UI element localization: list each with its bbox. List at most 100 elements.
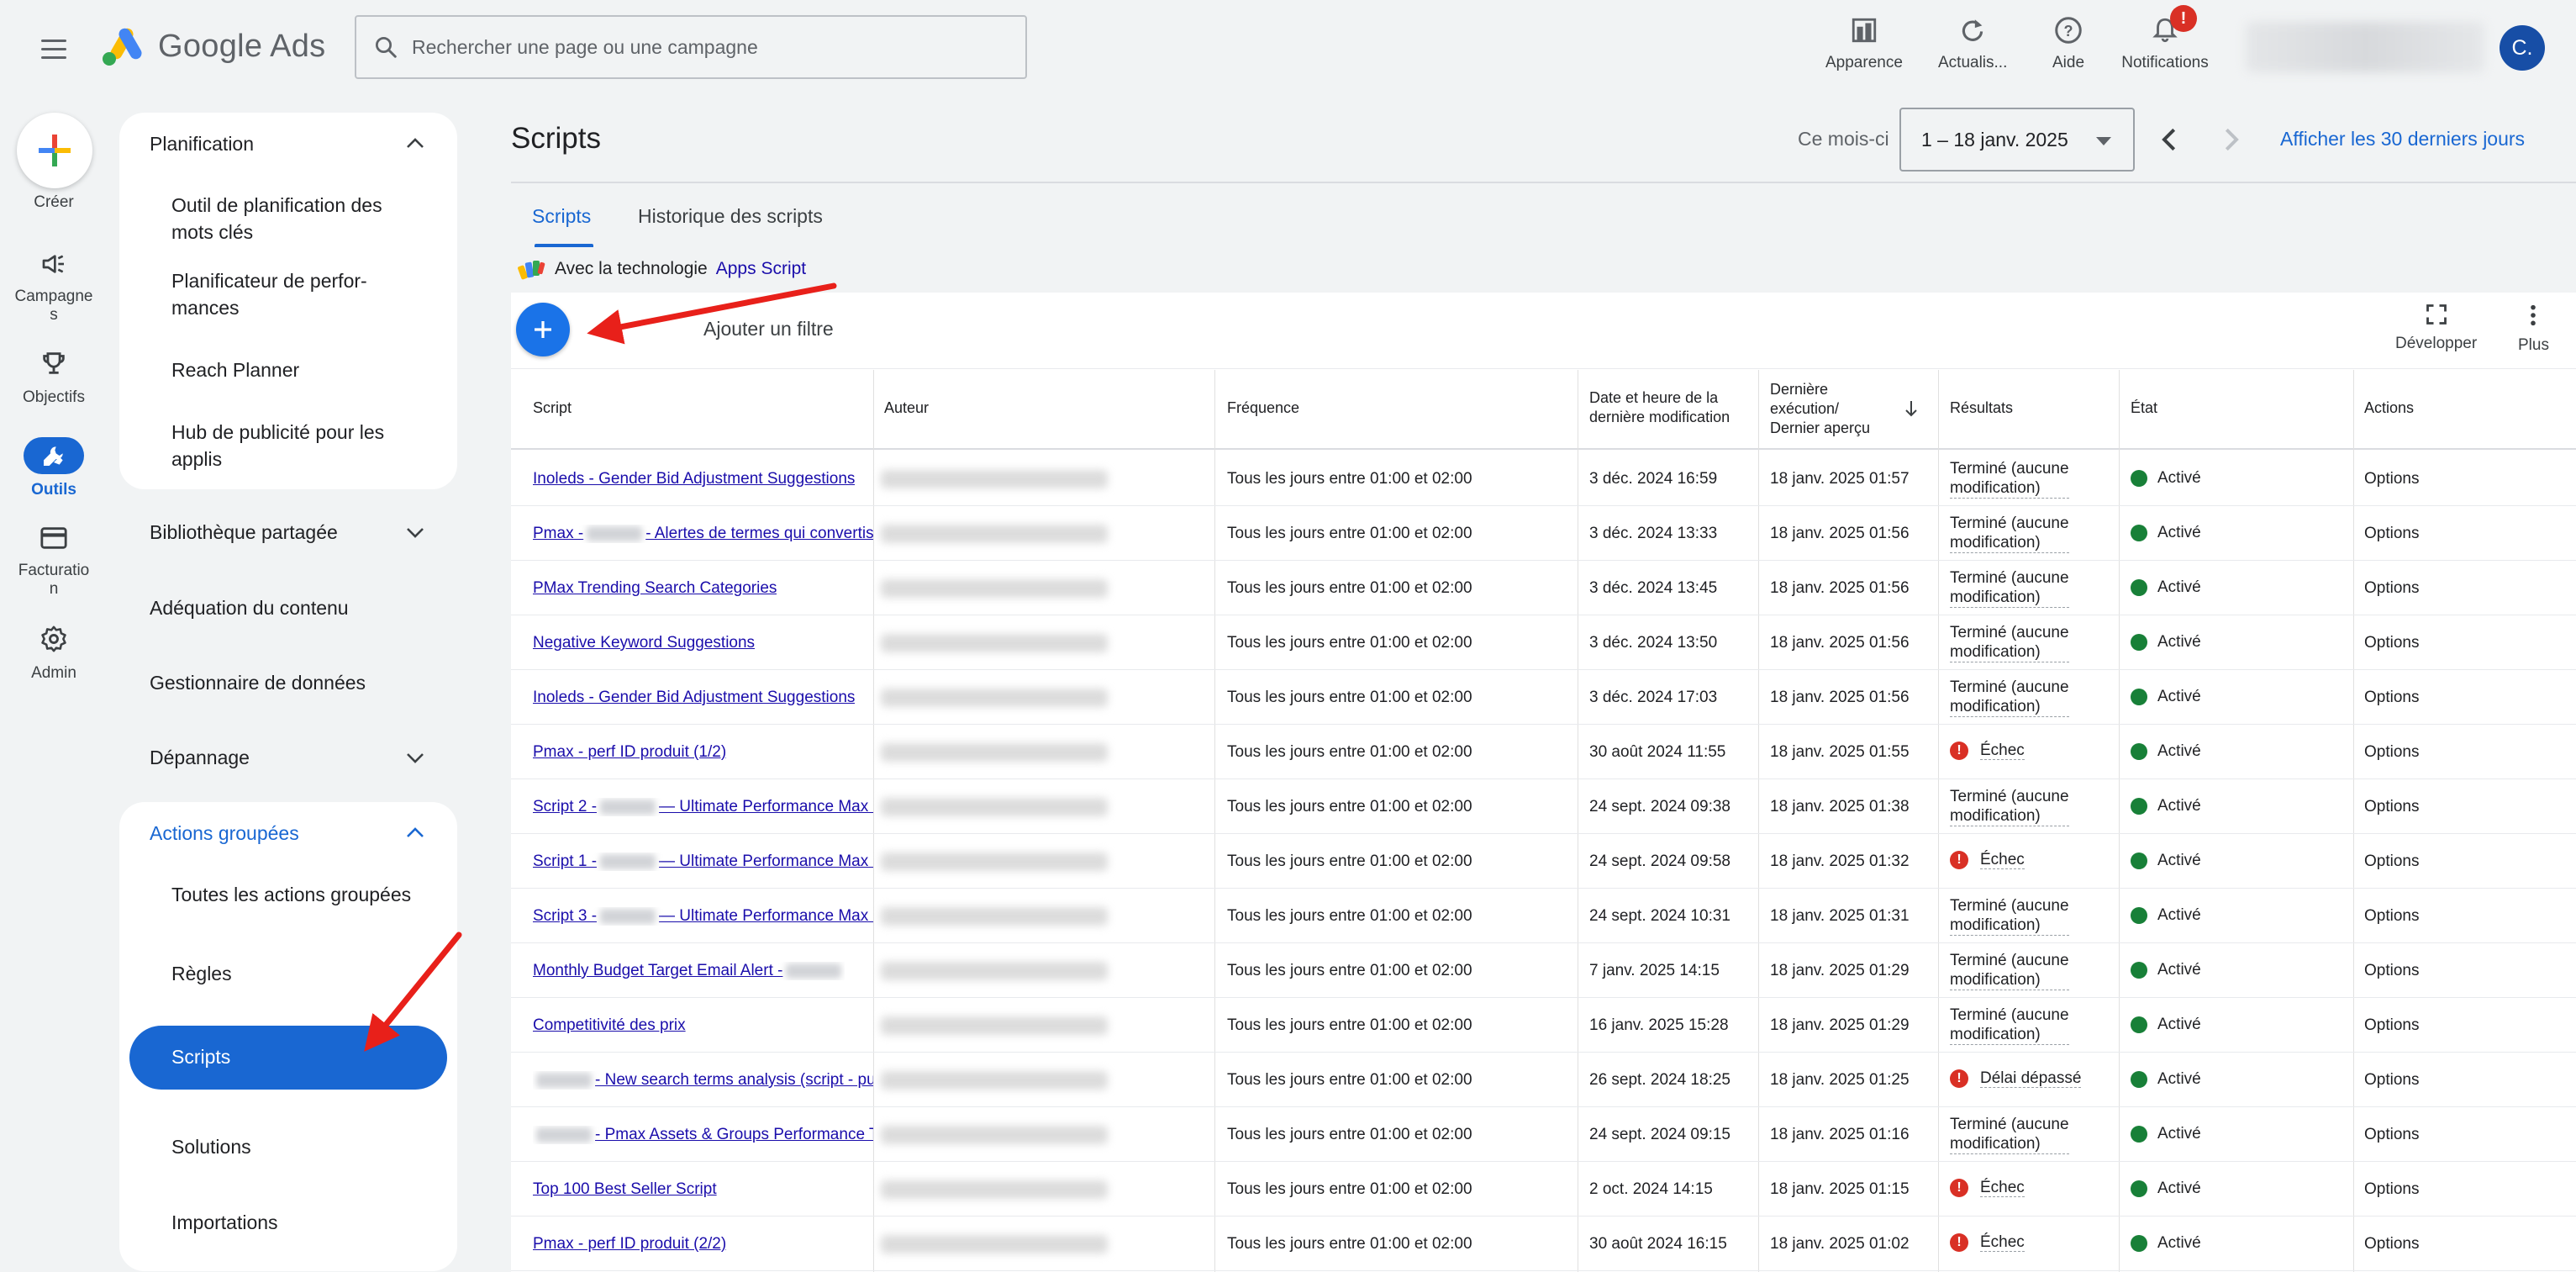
result-cell[interactable]: Terminé (aucune modification) [1950,1005,2069,1045]
result-cell[interactable]: Terminé (aucune modification) [1950,787,2069,826]
script-name-link[interactable]: PMax Trending Search Categories [533,579,777,598]
next-period-button[interactable] [2215,123,2249,156]
refresh-button[interactable]: Actualis... [1938,12,2007,72]
result-cell[interactable]: Terminé (aucune modification) [1950,623,2069,662]
frequency-cell: Tous les jours entre 01:00 et 02:00 [1227,1180,1472,1198]
previous-period-button[interactable] [2152,123,2185,156]
result-cell[interactable]: Terminé (aucune modification) [1950,951,2069,990]
options-button[interactable]: Options [2364,1235,2419,1254]
result-cell[interactable]: Terminé (aucune modification) [1950,678,2069,717]
sidebar-item-performance-planner[interactable]: Planificateur de perfor­mances [171,267,424,321]
admin-nav[interactable] [24,620,84,657]
options-button[interactable]: Options [2364,907,2419,926]
tab-scripts-history[interactable]: Historique des scripts [638,205,823,228]
script-name-link[interactable]: Script 2 - — Ultimate Performance Max I [533,798,873,816]
main-menu-button[interactable] [30,27,77,71]
notifications-button[interactable]: ! Notifications [2115,5,2215,72]
appearance-button[interactable]: Apparence [1825,12,1903,72]
last-30-days-link[interactable]: Afficher les 30 derniers jours [2280,128,2525,150]
sidebar-item-all-bulk-actions[interactable]: Toutes les actions grou­pées [171,881,424,908]
options-button[interactable]: Options [2364,525,2419,543]
options-button[interactable]: Options [2364,579,2419,598]
script-name-link[interactable]: Top 100 Best Seller Script [533,1180,717,1199]
planning-header[interactable]: Planification [150,133,254,156]
result-cell[interactable]: Terminé (aucune modification) [1950,1115,2069,1154]
script-name-link[interactable]: Competitivité des prix [533,1016,686,1035]
search-input[interactable] [412,35,983,59]
chevron-down-icon[interactable] [400,743,430,773]
col-header-last-run[interactable]: Dernière exécution/Dernier aperçu [1770,380,1870,438]
chevron-up-icon[interactable] [400,817,430,847]
sort-descending-icon[interactable] [1903,398,1920,419]
result-cell[interactable]: Terminé (aucune modification) [1950,568,2069,608]
account-info-redacted[interactable] [2246,22,2484,72]
help-button[interactable]: ? Aide [2052,12,2084,72]
options-button[interactable]: Options [2364,1071,2419,1090]
script-name-link[interactable]: Pmax - - Alertes de termes qui convertis [533,525,873,543]
more-button[interactable]: Plus [2518,303,2549,355]
bulk-actions-header[interactable]: Actions groupées [150,822,299,845]
options-button[interactable]: Options [2364,852,2419,871]
options-button[interactable]: Options [2364,689,2419,707]
script-name-link[interactable]: - New search terms analysis (script - pu… [533,1071,873,1090]
google-ads-logo[interactable]: Google Ads [99,25,325,67]
result-cell[interactable]: ! Délai dépassé [1950,1069,2082,1088]
options-button[interactable]: Options [2364,743,2419,762]
sidebar-item-keyword-planner[interactable]: Outil de planification des mots clés [171,192,424,245]
shared-library-nav[interactable]: Bibliothèque partagée [150,521,338,544]
options-button[interactable]: Options [2364,798,2419,816]
add-script-button[interactable] [516,303,570,356]
sidebar-item-app-hub[interactable]: Hub de publicité pour les applis [171,419,424,472]
data-manager-nav[interactable]: Gestionnaire de données [150,672,366,694]
script-name-link[interactable]: Inoleds - Gender Bid Adjustment Suggesti… [533,689,855,707]
campaigns-nav[interactable] [24,245,84,282]
col-header-last-modified[interactable]: Date et heure de la dernière modification [1589,388,1730,427]
tab-scripts[interactable]: Scripts [532,205,591,228]
apps-script-link[interactable]: Apps Script [716,259,806,279]
date-range-select[interactable]: 1 – 18 janv. 2025 [1899,108,2135,172]
sidebar-item-uploads[interactable]: Importations [171,1209,424,1236]
script-name-link[interactable]: Negative Keyword Suggestions [533,634,755,652]
col-header-frequency[interactable]: Fréquence [1227,398,1299,418]
billing-nav[interactable] [24,520,84,557]
options-button[interactable]: Options [2364,1016,2419,1035]
script-name-link[interactable]: Monthly Budget Target Email Alert - [533,962,845,980]
result-cell[interactable]: ! Échec [1950,1179,2025,1197]
result-cell[interactable]: Terminé (aucune modification) [1950,514,2069,553]
result-cell[interactable]: ! Échec [1950,1233,2025,1252]
content-suitability-nav[interactable]: Adéquation du contenu [150,597,349,620]
search-box[interactable] [355,15,1027,79]
create-button[interactable] [17,113,92,188]
sidebar-item-scripts[interactable]: Scripts [129,1026,447,1090]
troubleshooting-nav[interactable]: Dépannage [150,747,250,769]
script-name-link[interactable]: Script 3 - — Ultimate Performance Max I [533,907,873,926]
result-cell[interactable]: ! Échec [1950,742,2025,760]
sidebar-item-solutions[interactable]: Solutions [171,1133,424,1160]
sidebar-item-reach-planner[interactable]: Reach Planner [171,356,424,383]
result-cell[interactable]: Terminé (aucune modification) [1950,459,2069,499]
tools-nav[interactable] [24,437,84,474]
script-name-link[interactable]: Inoleds - Gender Bid Adjustment Suggesti… [533,470,855,488]
result-cell[interactable]: Terminé (aucune modification) [1950,896,2069,936]
col-header-script[interactable]: Script [533,398,572,418]
options-button[interactable]: Options [2364,634,2419,652]
script-name-link[interactable]: Pmax - perf ID produit (2/2) [533,1235,726,1254]
chevron-down-icon[interactable] [400,518,430,548]
options-button[interactable]: Options [2364,470,2419,488]
script-name-link[interactable]: Script 1 - — Ultimate Performance Max I [533,852,873,871]
col-header-results[interactable]: Résultats [1950,398,2013,418]
script-name-link[interactable]: - Pmax Assets & Groups Performance T [533,1126,873,1144]
goals-nav[interactable] [24,345,84,382]
chevron-up-icon[interactable] [400,128,430,158]
sidebar-item-rules[interactable]: Règles [171,960,424,987]
col-header-author[interactable]: Auteur [884,398,929,418]
script-name-link[interactable]: Pmax - perf ID produit (1/2) [533,743,726,762]
options-button[interactable]: Options [2364,962,2419,980]
avatar[interactable]: C. [2500,25,2545,71]
result-cell[interactable]: ! Échec [1950,851,2025,869]
expand-button[interactable]: Développer [2395,303,2477,353]
options-button[interactable]: Options [2364,1180,2419,1199]
options-button[interactable]: Options [2364,1126,2419,1144]
add-filter-button[interactable]: Ajouter un filtre [703,318,834,340]
col-header-state[interactable]: État [2131,398,2157,418]
